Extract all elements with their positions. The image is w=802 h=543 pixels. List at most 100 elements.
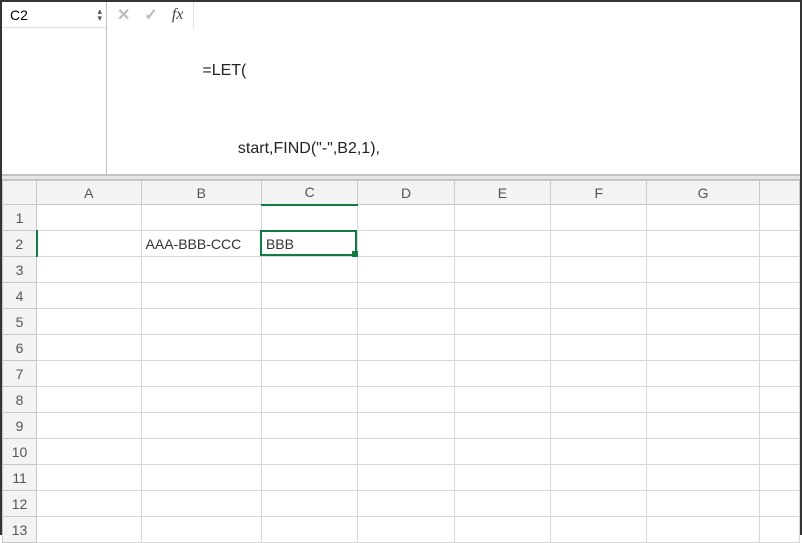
select-all-corner[interactable] bbox=[3, 181, 37, 205]
cell-E4[interactable] bbox=[454, 283, 550, 309]
cell-F7[interactable] bbox=[551, 361, 647, 387]
cell-D2[interactable] bbox=[358, 231, 454, 257]
cell-G10[interactable] bbox=[647, 439, 759, 465]
cell-G6[interactable] bbox=[647, 335, 759, 361]
cell-B7[interactable] bbox=[141, 361, 261, 387]
cell-C10[interactable] bbox=[261, 439, 357, 465]
cell-G3[interactable] bbox=[647, 257, 759, 283]
name-box-dropdown[interactable]: ▴ ▾ bbox=[97, 8, 102, 22]
cell-G9[interactable] bbox=[647, 413, 759, 439]
row-header-11[interactable]: 11 bbox=[3, 465, 37, 491]
cell-C13[interactable] bbox=[261, 517, 357, 543]
cell-D7[interactable] bbox=[358, 361, 454, 387]
cell-G8[interactable] bbox=[647, 387, 759, 413]
cell-A8[interactable] bbox=[37, 387, 141, 413]
cell-E1[interactable] bbox=[454, 205, 550, 231]
cell-G12[interactable] bbox=[647, 491, 759, 517]
cell-E3[interactable] bbox=[454, 257, 550, 283]
cell-D5[interactable] bbox=[358, 309, 454, 335]
cell-A9[interactable] bbox=[37, 413, 141, 439]
cell-F1[interactable] bbox=[551, 205, 647, 231]
row-header-3[interactable]: 3 bbox=[3, 257, 37, 283]
cell-F4[interactable] bbox=[551, 283, 647, 309]
cell-A1[interactable] bbox=[37, 205, 141, 231]
cell-B1[interactable] bbox=[141, 205, 261, 231]
cell-C8[interactable] bbox=[261, 387, 357, 413]
row-header-7[interactable]: 7 bbox=[3, 361, 37, 387]
cell-E13[interactable] bbox=[454, 517, 550, 543]
cell-D9[interactable] bbox=[358, 413, 454, 439]
cell-B2[interactable]: AAA-BBB-CCC bbox=[141, 231, 261, 257]
cell-A10[interactable] bbox=[37, 439, 141, 465]
cell-D6[interactable] bbox=[358, 335, 454, 361]
row-header-13[interactable]: 13 bbox=[3, 517, 37, 543]
cell-G13[interactable] bbox=[647, 517, 759, 543]
cell-B10[interactable] bbox=[141, 439, 261, 465]
cell-F6[interactable] bbox=[551, 335, 647, 361]
cell-F5[interactable] bbox=[551, 309, 647, 335]
enter-icon[interactable]: ✓ bbox=[144, 5, 157, 25]
spreadsheet-table[interactable]: A B C D E F G 12AAA-BBB-CCCBBB3456789101… bbox=[2, 180, 800, 543]
cell-D4[interactable] bbox=[358, 283, 454, 309]
cancel-icon[interactable]: ✕ bbox=[117, 5, 130, 25]
cell-C11[interactable] bbox=[261, 465, 357, 491]
row-header-4[interactable]: 4 bbox=[3, 283, 37, 309]
cell-A12[interactable] bbox=[37, 491, 141, 517]
cell-C2[interactable]: BBB bbox=[261, 231, 357, 257]
cell-D13[interactable] bbox=[358, 517, 454, 543]
row-header-12[interactable]: 12 bbox=[3, 491, 37, 517]
col-header-E[interactable]: E bbox=[454, 181, 550, 205]
cell-E2[interactable] bbox=[454, 231, 550, 257]
cell-C1[interactable] bbox=[261, 205, 357, 231]
col-header-C[interactable]: C bbox=[261, 181, 357, 205]
cell-B9[interactable] bbox=[141, 413, 261, 439]
cell-A13[interactable] bbox=[37, 517, 141, 543]
col-header-F[interactable]: F bbox=[551, 181, 647, 205]
cell-A7[interactable] bbox=[37, 361, 141, 387]
cell-A11[interactable] bbox=[37, 465, 141, 491]
cell-G2[interactable] bbox=[647, 231, 759, 257]
cell-E12[interactable] bbox=[454, 491, 550, 517]
cell-F13[interactable] bbox=[551, 517, 647, 543]
cell-E6[interactable] bbox=[454, 335, 550, 361]
cell-F2[interactable] bbox=[551, 231, 647, 257]
cell-E11[interactable] bbox=[454, 465, 550, 491]
cell-B6[interactable] bbox=[141, 335, 261, 361]
cell-C7[interactable] bbox=[261, 361, 357, 387]
cell-D11[interactable] bbox=[358, 465, 454, 491]
cell-D3[interactable] bbox=[358, 257, 454, 283]
cell-E8[interactable] bbox=[454, 387, 550, 413]
cell-D12[interactable] bbox=[358, 491, 454, 517]
cell-G1[interactable] bbox=[647, 205, 759, 231]
cell-C3[interactable] bbox=[261, 257, 357, 283]
col-header-B[interactable]: B bbox=[141, 181, 261, 205]
col-header-D[interactable]: D bbox=[358, 181, 454, 205]
name-box[interactable]: C2 ▴ ▾ bbox=[2, 2, 106, 28]
cell-E10[interactable] bbox=[454, 439, 550, 465]
cell-A3[interactable] bbox=[37, 257, 141, 283]
row-header-1[interactable]: 1 bbox=[3, 205, 37, 231]
cell-F3[interactable] bbox=[551, 257, 647, 283]
cell-C5[interactable] bbox=[261, 309, 357, 335]
cell-C6[interactable] bbox=[261, 335, 357, 361]
col-header-A[interactable]: A bbox=[37, 181, 141, 205]
cell-A4[interactable] bbox=[37, 283, 141, 309]
cell-B4[interactable] bbox=[141, 283, 261, 309]
cell-E9[interactable] bbox=[454, 413, 550, 439]
fx-icon[interactable]: fx bbox=[172, 6, 184, 24]
cell-D1[interactable] bbox=[358, 205, 454, 231]
cell-F10[interactable] bbox=[551, 439, 647, 465]
cell-B3[interactable] bbox=[141, 257, 261, 283]
cell-D8[interactable] bbox=[358, 387, 454, 413]
cell-B11[interactable] bbox=[141, 465, 261, 491]
cell-B13[interactable] bbox=[141, 517, 261, 543]
cell-G11[interactable] bbox=[647, 465, 759, 491]
cell-B8[interactable] bbox=[141, 387, 261, 413]
cell-G5[interactable] bbox=[647, 309, 759, 335]
cell-A5[interactable] bbox=[37, 309, 141, 335]
row-header-10[interactable]: 10 bbox=[3, 439, 37, 465]
row-header-9[interactable]: 9 bbox=[3, 413, 37, 439]
row-header-6[interactable]: 6 bbox=[3, 335, 37, 361]
cell-G4[interactable] bbox=[647, 283, 759, 309]
cell-F12[interactable] bbox=[551, 491, 647, 517]
